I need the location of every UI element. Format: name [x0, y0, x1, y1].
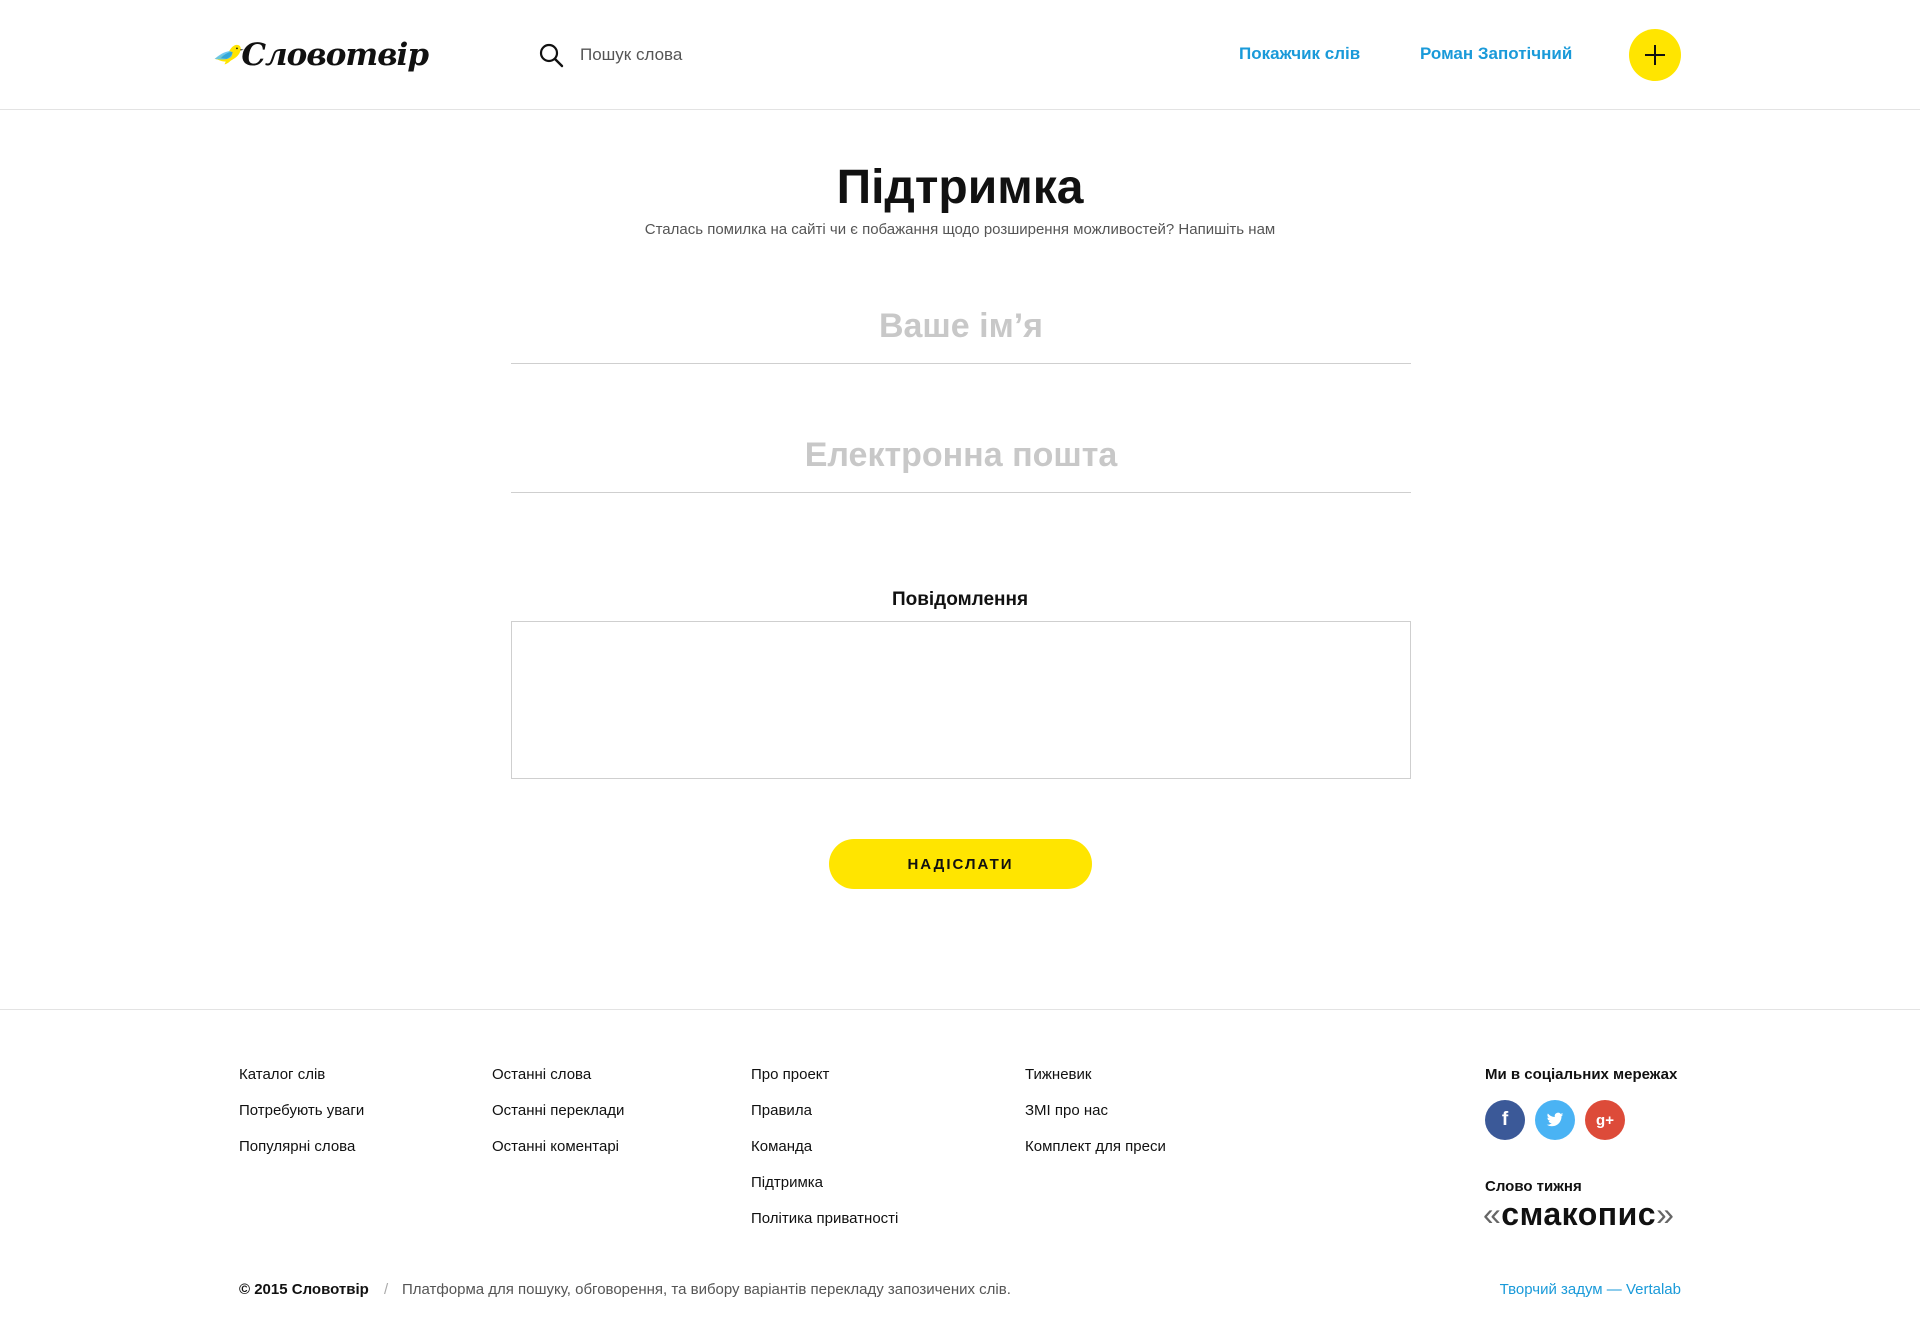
message-label: Повідомлення [891, 589, 1029, 610]
search-input[interactable] [580, 45, 920, 65]
footer-separator: / [384, 1281, 389, 1298]
credit-link[interactable]: Творчий задум — Vertalab [1500, 1281, 1681, 1298]
close-quote-glyph: » [1656, 1196, 1675, 1232]
social-title: Ми в соціальних мережах [1485, 1066, 1678, 1083]
message-textarea[interactable] [511, 621, 1411, 779]
search-bar [538, 40, 938, 70]
footer-link-recent-comments[interactable]: Останні коментарі [492, 1138, 619, 1155]
footer-link-support[interactable]: Підтримка [751, 1174, 823, 1191]
footer-link-catalog[interactable]: Каталог слів [239, 1066, 325, 1083]
page-subtitle: Сталась помилка на сайті чи є побажання … [644, 221, 1276, 238]
page-title: Підтримка [836, 161, 1084, 214]
footer-divider [0, 1009, 1920, 1010]
open-quote-glyph: « [1483, 1196, 1502, 1232]
footer-link-about[interactable]: Про проект [751, 1066, 829, 1083]
footer-column-catalog: Каталог слів Потребують уваги Популярні … [239, 1066, 364, 1174]
footer-tagline: Платформа для пошуку, обговорення, та ви… [402, 1281, 1011, 1298]
search-icon[interactable] [538, 42, 564, 68]
footer-link-team[interactable]: Команда [751, 1138, 812, 1155]
word-of-week-title: Слово тижня [1485, 1178, 1582, 1195]
logo-text: Словотвір [241, 37, 429, 73]
footer-link-weekly[interactable]: Тижневик [1025, 1066, 1091, 1083]
footer-link-popular[interactable]: Популярні слова [239, 1138, 355, 1155]
site-logo[interactable]: Словотвір [214, 22, 429, 88]
send-button[interactable]: НАДІСЛАТИ [829, 839, 1092, 889]
email-field[interactable] [511, 419, 1411, 493]
footer-link-need-attention[interactable]: Потребують уваги [239, 1102, 364, 1119]
footer-link-privacy[interactable]: Політика приватності [751, 1210, 898, 1227]
nav-user-profile-link[interactable]: Роман Запотічний [1420, 44, 1572, 64]
plus-icon [1645, 45, 1665, 65]
name-field[interactable] [511, 290, 1411, 364]
footer-link-press-kit[interactable]: Комплект для преси [1025, 1138, 1166, 1155]
footer-link-recent-words[interactable]: Останні слова [492, 1066, 591, 1083]
footer-column-recent: Останні слова Останні переклади Останні … [492, 1066, 624, 1174]
footer-column-about: Про проект Правила Команда Підтримка Пол… [751, 1066, 898, 1246]
facebook-icon[interactable]: f [1485, 1100, 1525, 1140]
site-header: Словотвір Покажчик слів Роман Запотічний [0, 0, 1920, 110]
word-of-week-link[interactable]: «смакопис» [1483, 1196, 1674, 1233]
footer-link-rules[interactable]: Правила [751, 1102, 812, 1119]
copyright-text: © 2015 Словотвір [239, 1281, 369, 1298]
footer-column-press: Тижневик ЗМІ про нас Комплект для преси [1025, 1066, 1166, 1174]
word-of-week-text: смакопис [1501, 1196, 1657, 1232]
google-plus-icon[interactable]: g+ [1585, 1100, 1625, 1140]
twitter-icon[interactable] [1535, 1100, 1575, 1140]
add-word-button[interactable] [1629, 29, 1681, 81]
footer-link-recent-translations[interactable]: Останні переклади [492, 1102, 624, 1119]
nav-word-index-link[interactable]: Покажчик слів [1239, 44, 1360, 64]
footer-link-media[interactable]: ЗМІ про нас [1025, 1102, 1108, 1119]
